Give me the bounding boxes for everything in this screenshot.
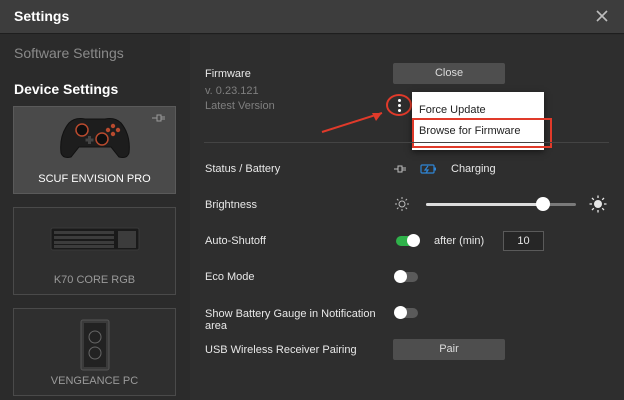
brightness-slider-fill [426, 203, 543, 206]
brightness-low-icon [395, 197, 409, 211]
close-icon[interactable] [594, 8, 610, 24]
device-card-label: K70 CORE RGB [53, 274, 136, 286]
sidebar-device-settings[interactable]: Device Settings [14, 81, 118, 97]
battery-gauge-toggle[interactable] [394, 306, 418, 319]
after-min-label: after (min) [434, 235, 485, 247]
eco-mode-label: Eco Mode [205, 271, 255, 283]
sidebar: Software Settings Device Settings SCUF E… [0, 35, 190, 400]
auto-shutoff-minutes-input[interactable]: 10 [503, 231, 544, 251]
title-bar: Settings [0, 0, 624, 34]
device-card-vengeance-pc[interactable]: VENGEANCE PC [13, 308, 176, 396]
device-settings-panel: Firmware v. 0.23.121 Latest Version Clos… [190, 35, 624, 400]
device-card-label: VENGEANCE PC [50, 375, 139, 387]
auto-shutoff-toggle[interactable] [396, 234, 420, 247]
device-card-k70-core-rgb[interactable]: K70 CORE RGB [13, 207, 176, 295]
eco-mode-toggle[interactable] [394, 270, 418, 283]
usb-pairing-label: USB Wireless Receiver Pairing [205, 344, 357, 356]
annotation-highlight-box [412, 118, 552, 148]
menu-item-force-update[interactable]: Force Update [419, 104, 486, 116]
brightness-high-icon [589, 195, 607, 213]
window-title: Settings [14, 8, 70, 24]
battery-gauge-label-line2: area [205, 320, 228, 332]
brightness-slider-thumb[interactable] [536, 197, 550, 211]
plug-icon [394, 165, 406, 173]
keyboard-icon [14, 226, 175, 252]
close-button[interactable]: Close [393, 63, 505, 84]
pc-tower-icon [14, 319, 175, 371]
annotation-arrow-icon [321, 112, 383, 133]
brightness-label: Brightness [205, 199, 257, 211]
divider [204, 142, 609, 143]
device-card-scuf-envision-pro[interactable]: SCUF ENVISION PRO [13, 106, 176, 194]
status-value: Charging [451, 163, 496, 175]
pair-button[interactable]: Pair [393, 339, 505, 360]
battery-charging-icon [420, 164, 436, 174]
firmware-status: Latest Version [205, 100, 275, 112]
status-battery-label: Status / Battery [205, 163, 281, 175]
sidebar-software-settings[interactable]: Software Settings [14, 45, 124, 61]
auto-shutoff-label: Auto-Shutoff [205, 235, 266, 247]
device-card-label: SCUF ENVISION PRO [38, 173, 151, 185]
firmware-version: v. 0.23.121 [205, 85, 259, 97]
plug-icon [152, 114, 165, 122]
battery-gauge-label-line1: Show Battery Gauge in Notification [205, 308, 376, 320]
firmware-label: Firmware [205, 68, 251, 80]
